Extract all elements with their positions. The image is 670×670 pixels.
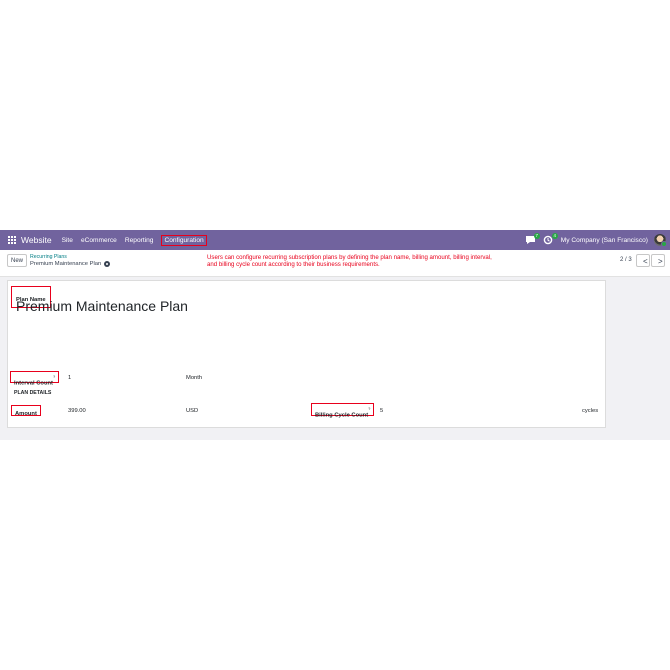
interval-unit[interactable]: Month xyxy=(186,375,202,381)
interval-label: Interval Count xyxy=(14,380,53,387)
help-icon[interactable]: ? xyxy=(368,406,370,411)
new-button[interactable]: New xyxy=(7,254,28,267)
app-name[interactable]: Website xyxy=(21,235,52,245)
billing-cycle-label: Billing Cycle Count xyxy=(315,412,369,419)
app-window: Website Site eCommerce Reporting Configu… xyxy=(0,230,670,440)
annotation-text: Users can configure recurring subscripti… xyxy=(207,254,567,268)
top-navbar: Website Site eCommerce Reporting Configu… xyxy=(0,230,670,250)
menu-ecommerce[interactable]: eCommerce xyxy=(81,237,117,244)
company-switcher[interactable]: My Company (San Francisco) xyxy=(561,237,648,244)
messages-count: 7 xyxy=(533,233,540,239)
menu-reporting[interactable]: Reporting xyxy=(125,237,154,244)
amount-field[interactable]: 399.00 xyxy=(68,408,86,414)
activities-count: 4 xyxy=(551,233,558,239)
pager-value[interactable]: 2 / 3 xyxy=(620,257,632,263)
amount-label: Amount xyxy=(15,411,37,417)
annotation-line-1: Users can configure recurring subscripti… xyxy=(207,254,492,261)
help-icon[interactable]: ? xyxy=(53,374,55,379)
control-panel: New Recurring Plans Premium Maintenance … xyxy=(0,250,670,277)
navbar-systray: 7 4 My Company (San Francisco) xyxy=(525,230,667,250)
interval-field[interactable]: 1 xyxy=(68,375,71,381)
menu-site[interactable]: Site xyxy=(62,237,73,244)
form-sheet: Plan Name Premium Maintenance Plan PLAN … xyxy=(7,280,606,428)
billing-cycle-unit: cycles xyxy=(582,408,599,414)
breadcrumb-parent[interactable]: Recurring Plans xyxy=(30,254,67,260)
billing-cycle-field[interactable]: 5 xyxy=(380,408,383,414)
online-status-icon xyxy=(661,241,667,247)
user-avatar[interactable] xyxy=(654,234,667,247)
pager-previous-button[interactable]: < xyxy=(636,254,650,267)
interval-label-box: Interval Count? xyxy=(10,371,60,387)
pager-next-button[interactable]: > xyxy=(651,254,665,267)
gear-icon[interactable] xyxy=(104,261,111,267)
messages-icon[interactable]: 7 xyxy=(525,233,540,245)
apps-grid-icon[interactable] xyxy=(8,236,16,244)
breadcrumb-current: Premium Maintenance Plan xyxy=(30,261,111,267)
currency-field[interactable]: USD xyxy=(186,408,198,414)
billing-cycle-label-box: Billing Cycle Count? xyxy=(311,403,375,419)
annotation-line-2: and billing cycle count according to the… xyxy=(207,261,380,268)
section-title: PLAN DETAILS xyxy=(14,390,52,396)
breadcrumb-current-label: Premium Maintenance Plan xyxy=(30,261,102,267)
activities-icon[interactable]: 4 xyxy=(543,233,558,245)
menu-configuration[interactable]: Configuration xyxy=(161,234,207,246)
plan-name-field[interactable]: Premium Maintenance Plan xyxy=(16,298,188,314)
amount-label-box: Amount xyxy=(11,405,41,417)
